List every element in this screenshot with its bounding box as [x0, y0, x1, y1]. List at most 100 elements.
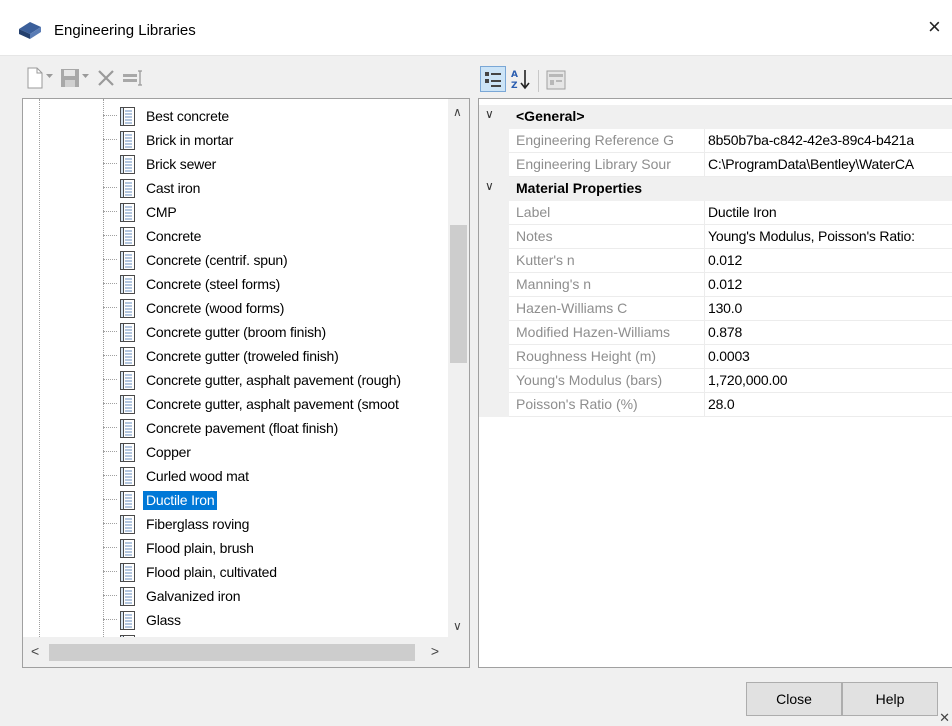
tree-item[interactable]: Curled wood mat	[23, 464, 448, 488]
tree-vertical-scrollbar[interactable]: ∧ ∨	[448, 99, 469, 637]
chevron-down-icon[interactable]: ∨	[485, 107, 494, 121]
property-row[interactable]: Engineering Library Sour C:\ProgramData\B…	[479, 153, 952, 177]
tree-connector	[103, 427, 117, 428]
tree-item-label: Brick in mortar	[146, 132, 234, 148]
tree-connector	[103, 595, 117, 596]
tree-connector	[103, 187, 117, 188]
property-value[interactable]: C:\ProgramData\Bentley\WaterCA	[705, 153, 952, 177]
tree-connector	[103, 499, 117, 500]
dropdown-icon[interactable]	[82, 74, 90, 100]
library-entry-icon	[117, 587, 137, 606]
title-bar: Engineering Libraries ×	[0, 0, 952, 56]
tree-item[interactable]: Best concrete	[23, 104, 448, 128]
tree-connector	[103, 259, 117, 260]
scrollbar-thumb[interactable]	[49, 644, 415, 661]
scroll-left-icon[interactable]: <	[31, 643, 39, 659]
property-row[interactable]: Hazen-Williams C 130.0	[479, 297, 952, 321]
property-row[interactable]: Young's Modulus (bars) 1,720,000.00	[479, 369, 952, 393]
tree-item[interactable]: CMP	[23, 200, 448, 224]
property-value[interactable]: Young's Modulus, Poisson's Ratio:	[705, 225, 952, 249]
property-name: Label	[509, 201, 705, 225]
property-value[interactable]: 28.0	[705, 393, 952, 417]
tree-connector	[103, 523, 117, 524]
tree-item-label: Flood plain, cultivated	[146, 564, 277, 580]
row-gutter	[479, 249, 509, 273]
property-value[interactable]: Ductile Iron	[705, 201, 952, 225]
tree-item[interactable]: Concrete	[23, 224, 448, 248]
tree-item[interactable]: Brick sewer	[23, 152, 448, 176]
categorized-icon[interactable]	[480, 66, 506, 92]
tree-item-label: Fiberglass roving	[146, 516, 250, 532]
property-toolbar: AZ	[478, 62, 952, 98]
library-entry-icon	[117, 491, 137, 510]
library-entry-icon	[117, 419, 137, 438]
window-close-button[interactable]: ×	[928, 12, 952, 42]
help-button[interactable]: Help	[842, 682, 938, 716]
library-entry-icon	[117, 347, 137, 366]
tree-item[interactable]: Concrete (wood forms)	[23, 296, 448, 320]
tree-item[interactable]: Concrete gutter (troweled finish)	[23, 344, 448, 368]
save-icon[interactable]	[60, 68, 80, 94]
tree-item-label: Galvanized iron	[146, 588, 241, 604]
tree-item-label: CMP	[146, 204, 177, 220]
tree-item[interactable]: Concrete gutter, asphalt pavement (smoot	[23, 392, 448, 416]
dropdown-icon[interactable]	[46, 74, 54, 100]
library-entry-icon	[117, 251, 137, 270]
row-gutter	[479, 153, 509, 177]
tree-item[interactable]: Cast iron	[23, 176, 448, 200]
tree-item[interactable]: Brick in mortar	[23, 128, 448, 152]
scroll-up-icon[interactable]: ∧	[453, 105, 462, 119]
property-value[interactable]: 0.012	[705, 249, 952, 273]
tree-connector	[103, 139, 117, 140]
property-row[interactable]: Manning's n 0.012	[479, 273, 952, 297]
property-row[interactable]: Kutter's n 0.012	[479, 249, 952, 273]
scroll-right-icon[interactable]: >	[431, 643, 439, 659]
category-general[interactable]: ∨ <General>	[479, 105, 952, 129]
library-tree[interactable]: Best concrete Brick in mortar Brick sewer C…	[22, 98, 470, 668]
scrollbar-thumb[interactable]	[450, 225, 467, 363]
property-value[interactable]: 1,720,000.00	[705, 369, 952, 393]
tree-item[interactable]: Flood plain, brush	[23, 536, 448, 560]
resize-grip-icon[interactable]: ✕	[939, 710, 950, 726]
tree-item[interactable]: Concrete pavement (float finish)	[23, 416, 448, 440]
tree-item[interactable]: Flood plain, cultivated	[23, 560, 448, 584]
property-name: Modified Hazen-Williams	[509, 321, 705, 345]
property-value[interactable]: 0.878	[705, 321, 952, 345]
property-name: Hazen-Williams C	[509, 297, 705, 321]
tree-item-label: Cast iron	[146, 180, 201, 196]
property-row[interactable]: Modified Hazen-Williams 0.878	[479, 321, 952, 345]
tree-connector	[103, 307, 117, 308]
property-row[interactable]: Engineering Reference G 8b50b7ba-c842-42e…	[479, 129, 952, 153]
property-value[interactable]: 0.0003	[705, 345, 952, 369]
chevron-down-icon[interactable]: ∨	[485, 179, 494, 193]
property-pages-icon[interactable]	[546, 70, 566, 96]
property-grid[interactable]: ∨ <General> Engineering Reference G 8b50b7b…	[478, 98, 952, 668]
tree-item[interactable]: Glass	[23, 608, 448, 632]
library-entry-icon	[117, 203, 137, 222]
sort-alpha-icon[interactable]: AZ	[510, 68, 532, 94]
tree-item[interactable]: Concrete (centrif. spun)	[23, 248, 448, 272]
close-button[interactable]: Close	[746, 682, 842, 716]
tree-item[interactable]: Ductile Iron	[23, 488, 448, 512]
property-row[interactable]: Label Ductile Iron	[479, 201, 952, 225]
property-row[interactable]: Notes Young's Modulus, Poisson's Ratio:	[479, 225, 952, 249]
tree-item[interactable]: Concrete gutter (broom finish)	[23, 320, 448, 344]
category-material[interactable]: ∨ Material Properties	[479, 177, 952, 201]
tree-item[interactable]: Fiberglass roving	[23, 512, 448, 536]
tree-horizontal-scrollbar[interactable]: < >	[23, 637, 469, 667]
tree-item[interactable]: Concrete gutter, asphalt pavement (rough…	[23, 368, 448, 392]
tree-item-label: Curled wood mat	[146, 468, 249, 484]
tree-connector	[103, 211, 117, 212]
tree-item[interactable]: Concrete (steel forms)	[23, 272, 448, 296]
property-value[interactable]: 0.012	[705, 273, 952, 297]
property-value[interactable]: 8b50b7ba-c842-42e3-89c4-b421a	[705, 129, 952, 153]
tree-item[interactable]: Galvanized iron	[23, 584, 448, 608]
property-row[interactable]: Roughness Height (m) 0.0003	[479, 345, 952, 369]
delete-icon[interactable]	[96, 68, 116, 94]
rename-icon[interactable]	[122, 70, 144, 96]
scroll-down-icon[interactable]: ∨	[453, 619, 462, 633]
tree-item[interactable]: Copper	[23, 440, 448, 464]
new-icon[interactable]	[26, 66, 44, 92]
property-row[interactable]: Poisson's Ratio (%) 28.0	[479, 393, 952, 417]
property-value[interactable]: 130.0	[705, 297, 952, 321]
